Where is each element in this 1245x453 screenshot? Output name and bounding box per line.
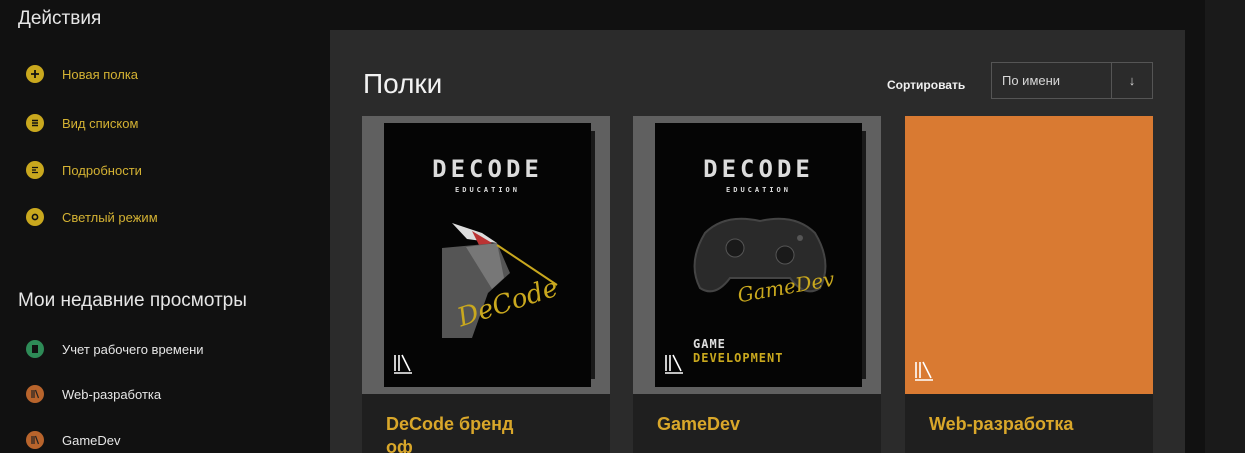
shelf-card-gamedev[interactable]: DECODE EDUCATION GameDev GAME DEVELOPMEN…: [633, 116, 881, 453]
scrollbar-track[interactable]: [1205, 0, 1245, 453]
cover-tag-development: DEVELOPMENT: [693, 351, 784, 365]
cover-tag-game: GAME: [693, 337, 726, 351]
shelves-panel: Полки Сортировать По имени ↓ DECODE EDUC…: [330, 30, 1185, 453]
sort-direction-button[interactable]: ↓: [1112, 63, 1152, 98]
new-shelf-label: Новая полка: [62, 66, 139, 82]
sidebar: Действия Новая полка Вид списком Подробн…: [0, 0, 318, 453]
details-label: Подробности: [62, 162, 142, 178]
sort-label: Сортировать: [887, 78, 966, 92]
shelf-cover: DECODE EDUCATION GameDev GAME DEVELOPMEN…: [633, 116, 881, 394]
cover-logo: DECODE: [432, 155, 543, 183]
recent-item-label: Учет рабочего времени: [62, 341, 204, 357]
shelf-icon: [26, 385, 44, 403]
shelf-cover: DECODE EDUCATION DeCode: [362, 116, 610, 394]
recent-views-heading: Мои недавние просмотры: [18, 290, 247, 311]
light-mode-label: Светлый режим: [62, 209, 158, 225]
cover-subtitle: EDUCATION: [726, 186, 791, 194]
details-action[interactable]: Подробности: [26, 158, 142, 182]
shelf-title: GameDev: [657, 414, 741, 434]
shelf-card-footer: Web-разработка: [905, 394, 1153, 453]
shelf-card-decode[interactable]: DECODE EDUCATION DeCode DeCode бренд оф: [362, 116, 610, 453]
shelf-card-web-dev[interactable]: Web-разработка: [905, 116, 1153, 453]
book-icon: [26, 340, 44, 358]
recent-item-label: GameDev: [62, 432, 121, 448]
shelf-icon: [26, 431, 44, 449]
plus-icon: [26, 65, 44, 83]
shelf-card-footer: DeCode бренд оф: [362, 394, 610, 453]
recent-item-web-dev[interactable]: Web-разработка: [26, 382, 161, 406]
library-icon: [394, 354, 412, 374]
details-icon: [26, 161, 44, 179]
list-icon: [26, 114, 44, 132]
shelf-card-footer: GameDev: [633, 394, 881, 453]
library-icon: [915, 361, 933, 381]
library-icon: [665, 354, 683, 374]
sun-icon: [26, 208, 44, 226]
cover-logo: DECODE: [703, 155, 814, 183]
sort-select[interactable]: По имени: [992, 63, 1112, 98]
sort-control: По имени ↓: [991, 62, 1153, 99]
light-mode-action[interactable]: Светлый режим: [26, 205, 158, 229]
list-view-label: Вид списком: [62, 115, 139, 131]
shelf-cover: [905, 116, 1153, 394]
recent-item-work-time[interactable]: Учет рабочего времени: [26, 337, 204, 361]
list-view-action[interactable]: Вид списком: [26, 111, 138, 135]
shelf-title-continuation: оф: [386, 437, 413, 453]
recent-item-gamedev[interactable]: GameDev: [26, 428, 121, 452]
actions-heading: Действия: [18, 8, 102, 29]
page-title: Полки: [363, 68, 443, 99]
shelf-title: DeCode бренд: [386, 414, 514, 434]
recent-item-label: Web-разработка: [62, 386, 162, 402]
cover-subtitle: EDUCATION: [455, 186, 520, 194]
shelf-title: Web-разработка: [929, 414, 1074, 434]
new-shelf-action[interactable]: Новая полка: [26, 62, 138, 86]
